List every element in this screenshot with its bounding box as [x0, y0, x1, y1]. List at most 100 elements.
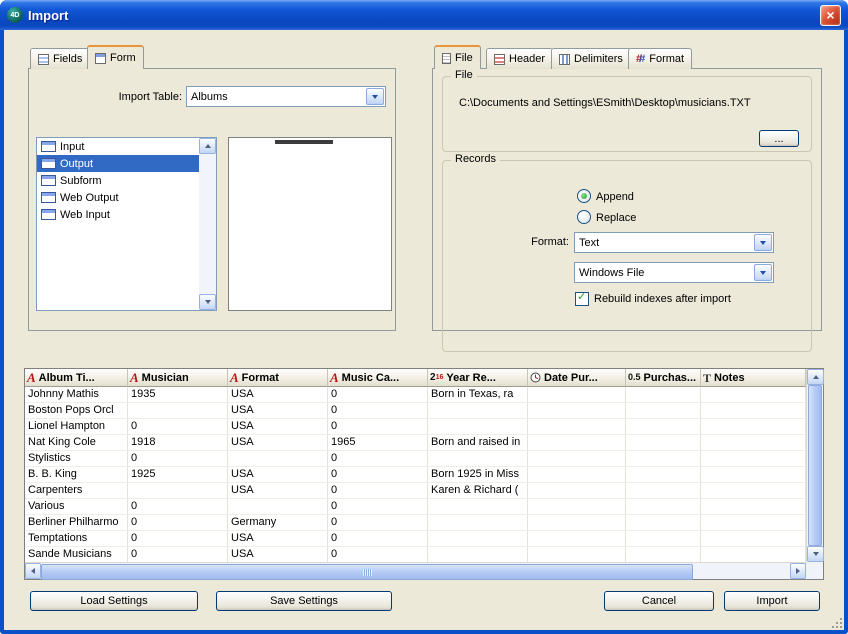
- form-icon: [41, 209, 56, 220]
- list-item-input[interactable]: Input: [37, 138, 199, 155]
- table-row[interactable]: CarpentersUSA0Karen & Richard (: [25, 483, 806, 499]
- table-cell: Sande Musicians: [25, 547, 128, 562]
- rebuild-indexes-checkbox[interactable]: [575, 292, 589, 306]
- table-horizontal-scrollbar[interactable]: [25, 562, 806, 579]
- table-cell: [428, 403, 528, 419]
- table-cell: 0: [328, 403, 428, 419]
- list-item-web-output[interactable]: Web Output: [37, 189, 199, 206]
- column-header-music-ca[interactable]: AMusic Ca...: [328, 369, 428, 387]
- file-format-combobox[interactable]: Windows File: [574, 262, 774, 283]
- vertical-scroll-thumb[interactable]: [808, 385, 822, 546]
- table-cell: [701, 451, 806, 467]
- form-tab-icon: [95, 53, 106, 64]
- scroll-right-button[interactable]: [790, 563, 806, 579]
- table-cell: [528, 547, 626, 562]
- browse-button[interactable]: ...: [759, 130, 799, 147]
- table-cell: [428, 547, 528, 562]
- table-row[interactable]: Temptations0USA0: [25, 531, 806, 547]
- scroll-down-button[interactable]: [807, 546, 824, 562]
- scroll-up-button[interactable]: [199, 138, 216, 154]
- table-cell: [528, 419, 626, 435]
- table-cell: [626, 403, 701, 419]
- tab-header[interactable]: Header: [486, 48, 553, 69]
- dialog-content: Fields Form Import Table: Albums InputOu…: [4, 30, 844, 630]
- list-item-subform[interactable]: Subform: [37, 172, 199, 189]
- list-item-web-input[interactable]: Web Input: [37, 206, 199, 223]
- format-combobox[interactable]: Text: [574, 232, 774, 253]
- table-row[interactable]: Sande Musicians0USA0: [25, 547, 806, 562]
- title-bar[interactable]: 4D Import: [0, 0, 848, 30]
- table-cell: [428, 451, 528, 467]
- file-format-dropdown-button[interactable]: [754, 264, 772, 281]
- table-cell: [626, 547, 701, 562]
- tab-form[interactable]: Form: [87, 45, 144, 69]
- append-radio[interactable]: [577, 189, 591, 203]
- list-item-output[interactable]: Output: [37, 155, 199, 172]
- column-header-date-pur[interactable]: Date Pur...: [528, 369, 626, 387]
- table-cell: Boston Pops Orcl: [25, 403, 128, 419]
- close-button[interactable]: [820, 5, 841, 26]
- tab-file[interactable]: File: [434, 45, 481, 69]
- column-header-notes[interactable]: TNotes: [701, 369, 806, 387]
- form-icon: [41, 192, 56, 203]
- resize-grip-icon[interactable]: [830, 616, 843, 629]
- cancel-button[interactable]: Cancel: [604, 591, 714, 611]
- import-button[interactable]: Import: [724, 591, 820, 611]
- table-cell: Lionel Hampton: [25, 419, 128, 435]
- file-tab-icon: [442, 53, 451, 64]
- load-settings-button[interactable]: Load Settings: [30, 591, 198, 611]
- column-header-year-re[interactable]: 216Year Re...: [428, 369, 528, 387]
- tab-label: Form: [110, 52, 136, 64]
- column-header-label: Album Ti...: [39, 372, 95, 384]
- table-row[interactable]: Boston Pops Orcl USA0: [25, 403, 806, 419]
- delimiters-tab-icon: [559, 54, 570, 65]
- import-dialog-window: 4D Import Fields Form Import Table: Albu…: [0, 0, 848, 634]
- table-row[interactable]: B. B. King1925USA0Born 1925 in Miss: [25, 467, 806, 483]
- save-settings-button[interactable]: Save Settings: [216, 591, 392, 611]
- replace-radio[interactable]: [577, 210, 591, 224]
- form-list[interactable]: InputOutputSubformWeb OutputWeb Input: [36, 137, 217, 311]
- horizontal-scroll-thumb[interactable]: [41, 564, 693, 580]
- form-list-scrollbar[interactable]: [199, 138, 216, 310]
- table-cell: [528, 403, 626, 419]
- import-table-dropdown-button[interactable]: [366, 88, 384, 105]
- tab-delimiters[interactable]: Delimiters: [551, 48, 631, 69]
- window-title: Import: [28, 8, 815, 23]
- table-row[interactable]: Johnny Mathis1935USA0Born in Texas, ra: [25, 387, 806, 403]
- scroll-down-button[interactable]: [199, 294, 216, 310]
- tab-format[interactable]: Format: [628, 48, 692, 69]
- table-cell: Stylistics: [25, 451, 128, 467]
- table-cell: [528, 515, 626, 531]
- column-header-format[interactable]: AFormat: [228, 369, 328, 387]
- column-header-album-ti[interactable]: AAlbum Ti...: [25, 369, 128, 387]
- column-header-musician[interactable]: AMusician: [128, 369, 228, 387]
- import-table-combobox[interactable]: Albums: [186, 86, 386, 107]
- table-cell: [701, 531, 806, 547]
- table-cell: [626, 419, 701, 435]
- table-cell: [701, 387, 806, 403]
- column-header-label: Purchas...: [644, 372, 697, 384]
- tab-fields[interactable]: Fields: [30, 48, 90, 69]
- table-cell: [228, 499, 328, 515]
- table-row[interactable]: Stylistics00: [25, 451, 806, 467]
- table-cell: [528, 531, 626, 547]
- scroll-up-button[interactable]: [807, 369, 824, 385]
- table-cell: [626, 515, 701, 531]
- form-icon: [41, 141, 56, 152]
- table-cell: [528, 451, 626, 467]
- table-row[interactable]: Various00: [25, 499, 806, 515]
- table-cell: USA: [228, 387, 328, 403]
- table-cell: [626, 499, 701, 515]
- table-row[interactable]: Berliner Philharmo0Germany0: [25, 515, 806, 531]
- table-vertical-scrollbar[interactable]: [806, 369, 823, 562]
- table-cell: [626, 435, 701, 451]
- table-cell: [128, 403, 228, 419]
- table-cell: [701, 467, 806, 483]
- column-header-purchas[interactable]: 0.5Purchas...: [626, 369, 701, 387]
- alpha-field-icon: A: [330, 371, 339, 384]
- table-row[interactable]: Lionel Hampton0USA0: [25, 419, 806, 435]
- table-cell: USA: [228, 403, 328, 419]
- format-dropdown-button[interactable]: [754, 234, 772, 251]
- scroll-left-button[interactable]: [25, 563, 41, 579]
- table-row[interactable]: Nat King Cole1918USA1965Born and raised …: [25, 435, 806, 451]
